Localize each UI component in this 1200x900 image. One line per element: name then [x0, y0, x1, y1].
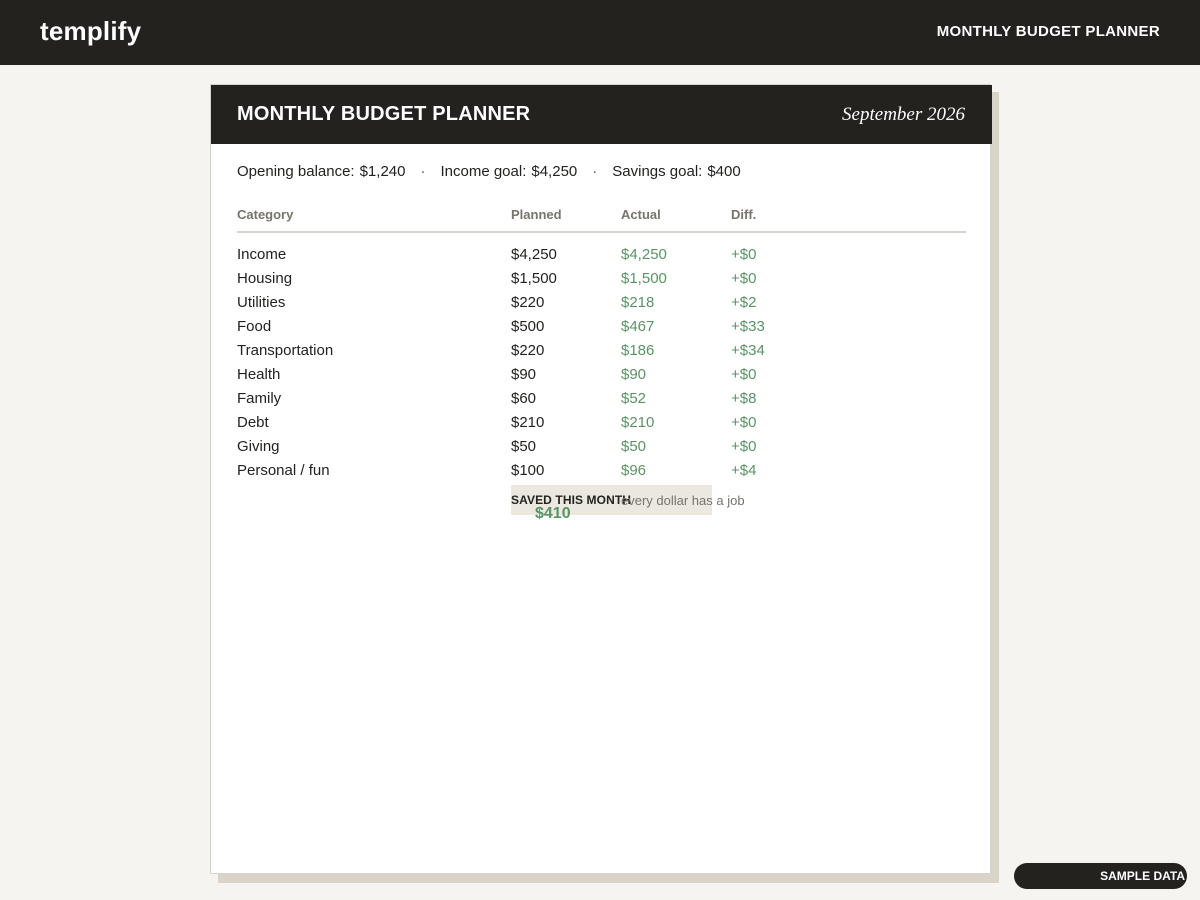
row-category: Transportation — [237, 342, 334, 359]
summary-separator: · — [420, 163, 426, 180]
row-planned: $60 — [511, 390, 537, 407]
row-category: Personal / fun — [237, 462, 330, 479]
table-row: Transportation $220 $186 +$34 — [211, 342, 990, 366]
header-divider — [237, 231, 966, 233]
opening-balance-label: Opening balance: — [237, 163, 355, 180]
budget-table: Income $4,250 $4,250 +$0 Housing $1,500 … — [211, 246, 990, 486]
saved-this-month-label: SAVED THIS MONTH — [511, 493, 632, 507]
row-actual: $4,250 — [621, 246, 667, 263]
sample-data-label: SAMPLE DATA — [1100, 869, 1185, 883]
row-category: Utilities — [237, 294, 286, 311]
row-category: Food — [237, 318, 272, 335]
table-row: Food $500 $467 +$33 — [211, 318, 990, 342]
savings-goal-label: Savings goal: — [612, 163, 703, 180]
row-actual: $96 — [621, 462, 647, 479]
row-planned: $4,250 — [511, 246, 557, 263]
row-planned: $90 — [511, 366, 537, 383]
table-row: Housing $1,500 $1,500 +$0 — [211, 270, 990, 294]
row-diff: +$0 — [731, 366, 757, 383]
row-diff: +$0 — [731, 270, 757, 287]
table-row: Family $60 $52 +$8 — [211, 390, 990, 414]
row-diff: +$8 — [731, 390, 757, 407]
row-diff: +$0 — [731, 246, 757, 263]
sheet-title: MONTHLY BUDGET PLANNER — [237, 103, 531, 125]
row-actual: $218 — [621, 294, 655, 311]
row-category: Health — [237, 366, 281, 383]
row-actual: $50 — [621, 438, 647, 455]
row-actual: $186 — [621, 342, 655, 359]
income-goal-label: Income goal: — [440, 163, 527, 180]
row-planned: $100 — [511, 462, 545, 479]
row-diff: +$33 — [731, 318, 765, 335]
saved-note: every dollar has a job — [621, 493, 745, 508]
row-actual: $90 — [621, 366, 647, 383]
table-row: Utilities $220 $218 +$2 — [211, 294, 990, 318]
row-actual: $52 — [621, 390, 647, 407]
sheet-month: September 2026 — [842, 104, 965, 125]
saved-this-month-value: $410 — [535, 505, 571, 522]
row-planned: $220 — [511, 342, 545, 359]
row-diff: +$0 — [731, 438, 757, 455]
row-planned: $50 — [511, 438, 537, 455]
table-row: Giving $50 $50 +$0 — [211, 438, 990, 462]
row-diff: +$0 — [731, 414, 757, 431]
table-row: Health $90 $90 +$0 — [211, 366, 990, 390]
top-bar: templify MONTHLY BUDGET PLANNER — [0, 0, 1200, 65]
table-row: Personal / fun $100 $96 +$4 — [211, 462, 990, 486]
income-goal-value: $4,250 — [531, 163, 578, 180]
row-actual: $467 — [621, 318, 655, 335]
row-planned: $220 — [511, 294, 545, 311]
table-header: Category Planned Actual Diff. — [211, 207, 990, 227]
summary-line: Opening balance: $1,240 · Income goal: $4,25… — [237, 163, 741, 180]
column-header-actual: Actual — [621, 207, 661, 222]
savings-goal-value: $400 — [707, 163, 741, 180]
header-title: MONTHLY BUDGET PLANNER — [936, 23, 1160, 40]
opening-balance-value: $1,240 — [359, 163, 406, 180]
row-diff: +$2 — [731, 294, 757, 311]
row-diff: +$4 — [731, 462, 757, 479]
summary-separator: · — [592, 163, 598, 180]
budget-sheet: MONTHLY BUDGET PLANNER September 2026 Op… — [210, 84, 992, 874]
row-category: Debt — [237, 414, 269, 431]
table-row: Debt $210 $210 +$0 — [211, 414, 990, 438]
row-category: Housing — [237, 270, 293, 287]
column-header-planned: Planned — [511, 207, 562, 222]
row-category: Family — [237, 390, 282, 407]
row-actual: $210 — [621, 414, 655, 431]
row-category: Giving — [237, 438, 280, 455]
sample-data-badge: SAMPLE DATA — [1014, 863, 1187, 889]
row-planned: $210 — [511, 414, 545, 431]
row-diff: +$34 — [731, 342, 765, 359]
table-row: Income $4,250 $4,250 +$0 — [211, 246, 990, 270]
sheet-header: MONTHLY BUDGET PLANNER September 2026 — [211, 85, 992, 144]
brand-logo[interactable]: templify — [40, 16, 141, 47]
row-category: Income — [237, 246, 287, 263]
column-header-category: Category — [237, 207, 294, 222]
column-header-diff: Diff. — [731, 207, 757, 222]
row-actual: $1,500 — [621, 270, 667, 287]
row-planned: $500 — [511, 318, 545, 335]
row-planned: $1,500 — [511, 270, 557, 287]
